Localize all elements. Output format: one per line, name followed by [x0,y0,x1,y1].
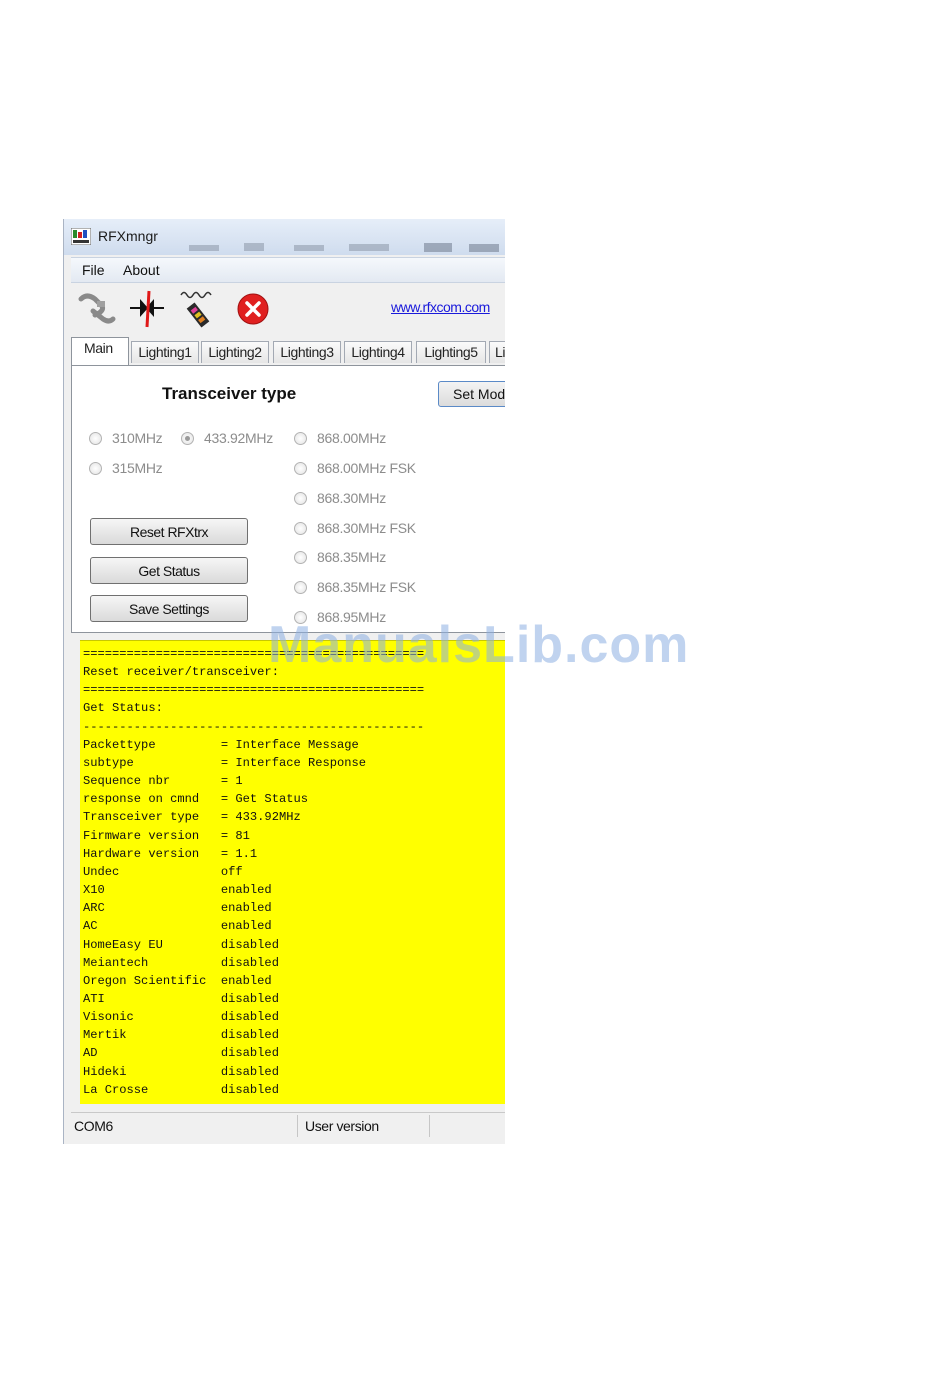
log-line: Mertik disabled [83,1028,279,1043]
radio-868-35mhz-fsk[interactable]: 868.35MHz FSK [294,579,416,595]
log-text: ========================================… [80,641,505,1099]
tab-lighting5[interactable]: Lighting5 [416,341,486,363]
connect-plug-icon[interactable] [77,289,117,329]
status-version: User version [305,1118,379,1134]
radio-label: 868.00MHz [317,430,386,446]
log-line: Undec off [83,864,243,879]
radio-label: 868.35MHz FSK [317,579,416,595]
log-line: subtype = Interface Response [83,755,367,770]
log-line: HomeEasy EU disabled [83,937,279,952]
status-separator [429,1115,430,1137]
log-line: Transceiver type = 433.92MHz [83,810,301,825]
log-line: Oregon Scientific enabled [83,973,272,988]
radio-circle[interactable] [294,431,307,445]
log-line: Get Status: [83,701,163,716]
watermark: ManualsLib.com [268,616,690,674]
log-line: Hideki disabled [83,1064,279,1079]
menu-bar: File About [71,257,505,283]
log-line: ATI disabled [83,991,279,1006]
sniffer-probe-icon[interactable] [179,289,219,329]
radio-label: 433.92MHz [204,430,273,446]
log-line: Hardware version = 1.1 [83,846,258,861]
radio-label: 868.30MHz FSK [317,520,416,536]
radio-868-00mhz-fsk[interactable]: 868.00MHz FSK [294,460,416,476]
log-line: AD disabled [83,1046,279,1061]
radio-circle-selected[interactable] [181,431,194,445]
window-title: RFXmngr [98,228,158,244]
radio-circle[interactable] [294,580,307,594]
radio-315mhz[interactable]: 315MHz [89,460,163,476]
radio-label: 868.35MHz [317,549,386,565]
log-line: Firmware version = 81 [83,828,250,843]
log-line: X10 enabled [83,883,272,898]
toolbar: www.rfxcom.com [71,283,505,335]
reset-rfxtrx-button[interactable]: Reset RFXtrx [90,518,248,545]
radio-circle[interactable] [294,550,307,564]
tab-lighting4[interactable]: Lighting4 [344,341,412,363]
radio-circle[interactable] [294,461,307,475]
menu-about[interactable]: About [123,262,160,278]
radio-868-30mhz-fsk[interactable]: 868.30MHz FSK [294,520,416,536]
radio-circle[interactable] [89,431,102,445]
transceiver-type-heading: Transceiver type [162,384,297,403]
log-line: response on cmnd = Get Status [83,792,308,807]
log-line: Visonic disabled [83,1010,279,1025]
log-line: AC enabled [83,919,272,934]
radio-circle[interactable] [294,491,307,505]
radio-label: 315MHz [112,460,163,476]
title-bar-blur [189,243,499,252]
tab-lighting6-partial[interactable]: Li [489,341,505,363]
status-separator [297,1115,298,1137]
rfxcom-link[interactable]: www.rfxcom.com [391,299,490,315]
log-line: Sequence nbr = 1 [83,774,243,789]
radio-868-35mhz[interactable]: 868.35MHz [294,549,386,565]
log-line: ----------------------------------------… [83,719,425,734]
tab-main[interactable]: Main [71,337,129,365]
log-line: Packettype = Interface Message [83,737,359,752]
tab-lighting2[interactable]: Lighting2 [201,341,269,363]
title-bar[interactable]: RFXmngr [64,219,505,255]
radio-label: 868.00MHz FSK [317,460,416,476]
tab-lighting3[interactable]: Lighting3 [273,341,341,363]
radio-circle[interactable] [294,521,307,535]
radio-868-30mhz[interactable]: 868.30MHz [294,490,386,506]
app-icon [71,228,91,245]
log-line: Meiantech disabled [83,955,279,970]
log-line: Reset receiver/transceiver: [83,665,279,680]
menu-file[interactable]: File [82,262,105,278]
radio-label: 310MHz [112,430,163,446]
set-mode-button[interactable]: Set Mod [438,381,505,407]
close-red-x-icon[interactable] [233,289,273,329]
log-console[interactable]: ========================================… [80,640,505,1104]
radio-circle[interactable] [89,461,102,475]
log-line: ========================================… [83,683,425,698]
radio-label: 868.30MHz [317,490,386,506]
radio-433-92mhz[interactable]: 433.92MHz [181,430,273,446]
disconnect-icon[interactable] [127,289,167,329]
tab-strip: Main Lighting1 Lighting2 Lighting3 Light… [71,337,505,365]
status-bar: COM6 User version [71,1112,505,1139]
main-tab-panel: Transceiver type Set Mod 310MHz 433.92MH… [71,365,505,633]
log-line: La Crosse disabled [83,1082,279,1097]
radio-868-00mhz[interactable]: 868.00MHz [294,430,386,446]
radio-310mhz[interactable]: 310MHz [89,430,163,446]
status-com-port: COM6 [74,1118,113,1134]
rfxmngr-window: RFXmngr File About www.rfxcom.com Main L… [63,219,505,1144]
tab-lighting1[interactable]: Lighting1 [131,341,199,363]
log-line: ARC enabled [83,901,272,916]
save-settings-button[interactable]: Save Settings [90,595,248,622]
get-status-button[interactable]: Get Status [90,557,248,584]
